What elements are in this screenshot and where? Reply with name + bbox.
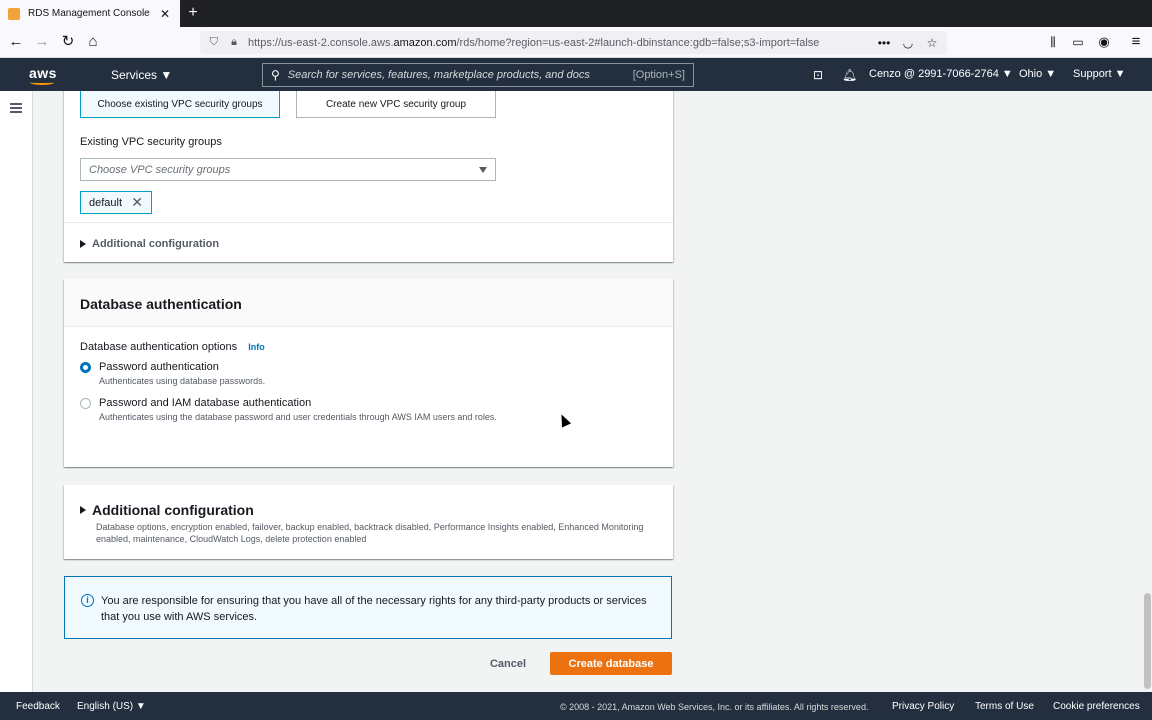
aws-search-box[interactable]: ⚲ [Option+S] [262,63,694,87]
sidebar-icon[interactable]: ▭ [1069,33,1087,51]
create-database-button[interactable]: Create database [550,652,672,675]
new-tab-icon[interactable]: + [186,3,200,23]
tab-title: RDS Management Console [28,8,150,19]
back-icon[interactable]: ← [7,33,25,51]
cloudshell-icon[interactable]: ⊡ [813,68,823,82]
caret-down-icon [479,166,487,173]
radio-checked[interactable] [80,362,91,373]
close-tab-icon[interactable]: ✕ [158,7,172,21]
language-selector[interactable]: English (US) ▼ [77,701,146,712]
aws-favicon-icon [8,7,20,20]
sg-additional-config-toggle[interactable]: Additional configuration [80,238,219,250]
cancel-button[interactable]: Cancel [482,652,534,675]
additional-config-toggle[interactable]: Additional configuration [80,502,254,518]
token-label: default [89,196,123,209]
database-authentication-panel: Database authentication Database authent… [64,279,673,467]
left-rail [0,91,33,692]
cookie-preferences-link[interactable]: Cookie preferences [1053,701,1140,712]
password-auth-option[interactable]: Password authentication Authenticates us… [80,361,509,387]
alert-text: You are responsible for ensuring that yo… [101,595,647,623]
support-menu[interactable]: Support ▼ [1073,68,1125,80]
library-icon[interactable]: ⫼ [1044,33,1062,51]
bookmark-star-icon[interactable]: ☆ [925,36,939,50]
create-new-sg-option[interactable]: Create new VPC security group [296,91,496,118]
home-icon[interactable]: ⌂ [84,33,102,51]
choose-existing-sg-label: Choose existing VPC security groups [97,98,263,110]
iam-auth-title: Password and IAM database authentication [99,397,312,409]
iam-auth-desc: Authenticates using the database passwor… [99,412,497,422]
notifications-bell-icon[interactable]: 🔔︎ [842,68,857,82]
menu-icon[interactable]: ≡ [1127,33,1145,51]
reload-icon[interactable]: ↻ [59,33,77,51]
vpc-security-groups-select[interactable]: Choose VPC security groups [80,158,496,181]
aws-logo[interactable]: aws [29,65,57,81]
radio-unchecked[interactable] [80,398,91,409]
forward-icon[interactable]: → [33,33,51,51]
caret-right-icon [80,506,86,514]
iam-auth-option[interactable]: Password and IAM database authentication… [80,397,509,423]
additional-config-desc: Database options, encryption enabled, fa… [96,522,644,544]
services-menu[interactable]: Services ▼ [111,68,172,82]
password-auth-title: Password authentication [99,361,219,373]
terms-of-use-link[interactable]: Terms of Use [975,701,1034,712]
search-input[interactable] [287,69,633,81]
search-icon: ⚲ [271,68,280,82]
info-circle-icon: i [81,594,94,607]
account-icon[interactable]: ◉ [1095,33,1113,51]
shield-icon[interactable]: ⛉ [208,36,220,49]
privacy-policy-link[interactable]: Privacy Policy [892,701,954,712]
aws-top-bar: aws Services ▼ ⚲ [Option+S] ⊡ 🔔︎ Cenzo @… [0,58,1152,91]
db-auth-options-text: Database authentication options [80,341,238,353]
page-scrollbar[interactable] [1143,91,1152,692]
connectivity-panel: Choose existing VPC security groups Crea… [64,91,673,262]
browser-nav-bar: ← → ↻ ⌂ ⛉ 🔒︎ https://us-east-2.console.a… [0,27,1152,58]
lock-icon[interactable]: 🔒︎ [228,36,240,49]
existing-sg-label: Existing VPC security groups [80,136,222,148]
aws-logo-smile-icon [30,80,54,85]
feedback-link[interactable]: Feedback [16,701,60,712]
select-placeholder: Choose VPC security groups [89,163,231,176]
choose-existing-sg-option[interactable]: Choose existing VPC security groups [80,91,280,118]
search-shortcut: [Option+S] [632,69,685,81]
main-content: Choose existing VPC security groups Crea… [33,91,1143,692]
selected-sg-token: default ✕ [80,191,152,214]
browser-tab-bar: RDS Management Console ✕ + [0,0,1152,27]
region-menu[interactable]: Ohio ▼ [1019,68,1056,80]
caret-right-icon [80,240,86,248]
pocket-icon[interactable]: ◡ [901,36,915,50]
db-auth-options-label: Database authentication options Info [80,341,265,353]
sg-additional-config-label: Additional configuration [92,238,220,250]
copyright-text: © 2008 - 2021, Amazon Web Services, Inc.… [560,702,869,712]
third-party-rights-alert: i You are responsible for ensuring that … [64,576,672,639]
db-auth-title: Database authentication [64,279,673,327]
remove-token-icon[interactable]: ✕ [131,194,143,211]
aws-footer: Feedback English (US) ▼ © 2008 - 2021, A… [0,692,1152,720]
browser-tab[interactable]: RDS Management Console ✕ [0,0,180,27]
scrollbar-thumb[interactable] [1144,593,1151,689]
more-actions-icon[interactable]: ••• [877,36,891,50]
create-new-sg-label: Create new VPC security group [325,98,467,110]
info-link[interactable]: Info [248,342,265,352]
hamburger-menu-icon[interactable] [10,103,22,113]
url-bar[interactable]: ⛉ 🔒︎ https://us-east-2.console.aws.amazo… [200,31,947,54]
url-text[interactable]: https://us-east-2.console.aws.amazon.com… [248,37,867,49]
additional-configuration-panel: Additional configuration Database option… [64,485,673,559]
divider [64,222,673,223]
password-auth-desc: Authenticates using database passwords. [99,376,266,386]
account-menu[interactable]: Cenzo @ 2991-7066-2764 ▼ [869,68,1013,80]
additional-config-title: Additional configuration [92,502,254,518]
